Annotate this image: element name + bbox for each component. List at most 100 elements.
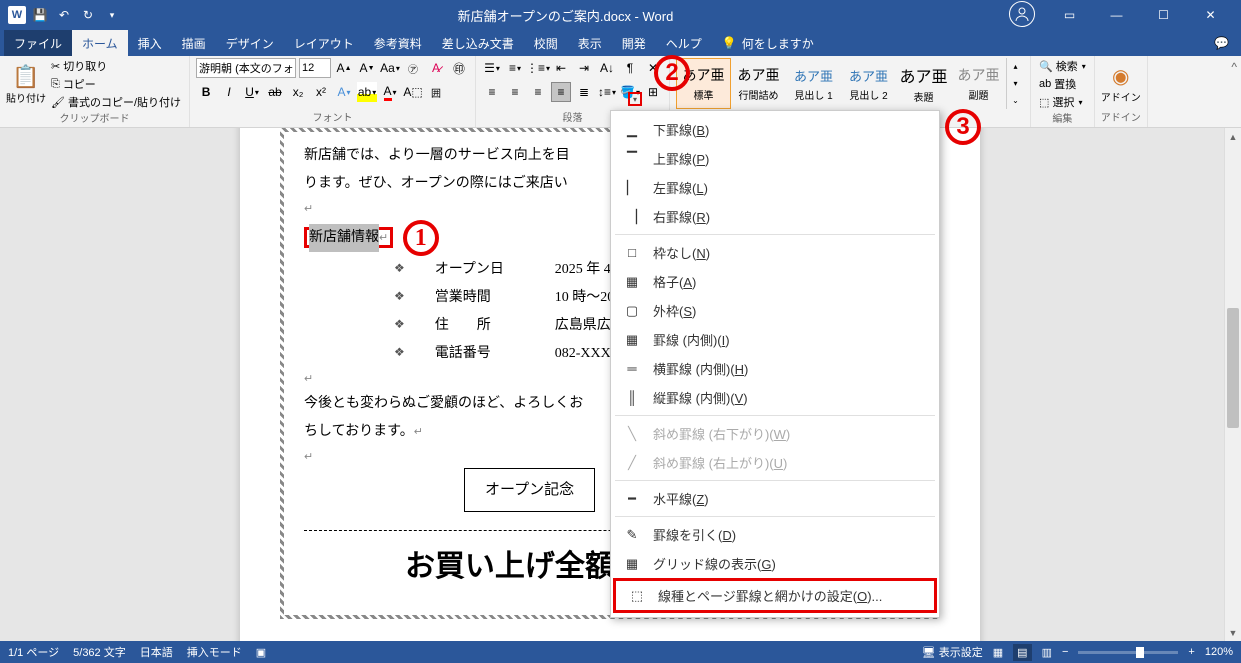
tab-insert[interactable]: 挿入 [128,30,172,56]
decrease-font-icon[interactable]: A▼ [357,58,377,78]
tab-help[interactable]: ヘルプ [656,30,712,56]
border-menu-item[interactable]: ▦格子(A) [611,267,939,296]
text-effects-icon[interactable]: A▾ [334,82,354,102]
numbering-icon[interactable]: ≡▾ [505,58,525,78]
increase-font-icon[interactable]: A▲ [334,58,354,78]
align-left-icon[interactable]: ≡ [482,82,502,102]
show-marks-icon[interactable]: ¶ [620,58,640,78]
style-title[interactable]: あア亜表題 [896,58,951,109]
copy-button[interactable]: ⎘コピー [49,76,183,92]
close-button[interactable]: ✕ [1188,1,1233,29]
border-menu-item[interactable]: ▢外枠(S) [611,296,939,325]
sort-icon[interactable]: A↓ [597,58,617,78]
distribute-icon[interactable]: ≣ [574,82,594,102]
undo-icon[interactable]: ↶ [54,5,74,25]
tab-developer[interactable]: 開発 [612,30,656,56]
account-icon[interactable] [1009,1,1035,27]
border-menu-item[interactable]: ━水平線(Z) [611,484,939,513]
border-menu-item[interactable]: ▕右罫線(R) [611,202,939,231]
replace-button[interactable]: ab置換 [1037,76,1088,92]
highlight-icon[interactable]: ab▾ [357,82,377,102]
bold-button[interactable]: B [196,82,216,102]
border-menu-item[interactable]: ▏左罫線(L) [611,173,939,202]
border-menu-item[interactable]: ▦グリッド線の表示(G) [611,549,939,578]
scroll-thumb[interactable] [1227,308,1239,428]
tab-review[interactable]: 校閲 [524,30,568,56]
style-no-spacing[interactable]: あア亜行間詰め [731,58,786,109]
style-heading1[interactable]: あア亜見出し 1 [786,58,841,109]
decrease-indent-icon[interactable]: ⇤ [551,58,571,78]
chevron-down-icon[interactable]: ▾ [1007,75,1024,92]
subscript-button[interactable]: x₂ [288,82,308,102]
tab-view[interactable]: 表示 [568,30,612,56]
share-icon[interactable]: 💬 [1202,30,1241,56]
zoom-slider[interactable] [1078,651,1178,654]
minimize-button[interactable]: — [1094,1,1139,29]
zoom-in-icon[interactable]: + [1188,646,1194,658]
border-menu-item[interactable]: ✎罫線を引く(D) [611,520,939,549]
border-menu-item[interactable]: ═横罫線 (内側)(H) [611,354,939,383]
addins-button[interactable]: ◉ アドイン [1101,58,1141,109]
format-painter-button[interactable]: 🖌書式のコピー/貼り付け [49,94,183,110]
phonetic-guide-icon[interactable]: ㋐ [403,58,423,78]
increase-indent-icon[interactable]: ⇥ [574,58,594,78]
redo-icon[interactable]: ↻ [78,5,98,25]
change-case-icon[interactable]: Aa▾ [380,58,400,78]
tab-mailings[interactable]: 差し込み文書 [432,30,524,56]
ribbon-display-options-icon[interactable]: ▭ [1047,1,1092,29]
tab-draw[interactable]: 描画 [172,30,216,56]
style-heading2[interactable]: あア亜見出し 2 [841,58,896,109]
vertical-scrollbar[interactable]: ▲ ▼ [1224,128,1241,641]
chevron-up-icon[interactable]: ▴ [1007,58,1024,75]
multilevel-list-icon[interactable]: ⋮≡▾ [528,58,548,78]
macro-record-icon[interactable]: ▣ [256,646,266,659]
italic-button[interactable]: I [219,82,239,102]
clear-formatting-icon[interactable]: A̷ [426,58,446,78]
tab-references[interactable]: 参考資料 [364,30,432,56]
selected-heading-text[interactable]: 新店舗情報 [309,224,379,252]
style-gallery-more[interactable]: ▴ ▾ ⌄ [1006,58,1024,109]
save-icon[interactable]: 💾 [30,5,50,25]
align-justify-icon[interactable]: ≡ [551,82,571,102]
tab-home[interactable]: ホーム [72,30,128,56]
print-layout-icon[interactable]: ▤ [1013,644,1031,661]
bullets-icon[interactable]: ☰▾ [482,58,502,78]
border-menu-item[interactable]: ║縦罫線 (内側)(V) [611,383,939,412]
insert-mode[interactable]: 挿入モード [187,644,242,660]
web-layout-icon[interactable]: ▥ [1042,646,1052,659]
underline-button[interactable]: U▾ [242,82,262,102]
display-settings-button[interactable]: 🖥 表示設定 [922,644,983,660]
border-menu-item[interactable]: ⬚線種とページ罫線と網かけの設定(O)... [613,578,937,613]
maximize-button[interactable]: ☐ [1141,1,1186,29]
line-spacing-icon[interactable]: ↕≡▾ [597,82,617,102]
collapse-ribbon-icon[interactable]: ^ [1227,56,1241,127]
align-center-icon[interactable]: ≡ [505,82,525,102]
style-subtitle[interactable]: あア亜副題 [951,58,1006,109]
qat-dropdown-icon[interactable]: ▾ [102,5,122,25]
border-menu-item[interactable]: ▔上罫線(P) [611,144,939,173]
char-shading-icon[interactable]: A⬚ [403,82,423,102]
tab-file[interactable]: ファイル [4,30,72,56]
zoom-out-icon[interactable]: − [1062,646,1068,658]
page-indicator[interactable]: 1/1 ページ [8,644,59,660]
scroll-up-icon[interactable]: ▲ [1225,128,1241,145]
tab-design[interactable]: デザイン [216,30,284,56]
read-mode-icon[interactable]: ▦ [993,646,1003,659]
cut-button[interactable]: ✂切り取り [49,58,183,74]
word-count[interactable]: 5/362 文字 [73,644,126,660]
char-border-icon[interactable]: 囲 [426,82,446,102]
border-menu-item[interactable]: ▁下罫線(B) [611,115,939,144]
tell-me-search[interactable]: 💡 何をしますか [722,30,814,56]
find-button[interactable]: 🔍検索▾ [1037,58,1088,74]
scroll-down-icon[interactable]: ▼ [1225,624,1241,641]
tab-layout[interactable]: レイアウト [284,30,364,56]
enclose-char-icon[interactable]: ㊞ [449,58,469,78]
more-styles-icon[interactable]: ⌄ [1007,92,1024,109]
border-menu-item[interactable]: □枠なし(N) [611,238,939,267]
select-button[interactable]: ⬚選択▾ [1037,94,1088,110]
font-size-select[interactable] [299,58,331,78]
borders-dropdown-trigger[interactable]: ▾ [628,92,642,106]
align-right-icon[interactable]: ≡ [528,82,548,102]
font-name-select[interactable] [196,58,296,78]
border-menu-item[interactable]: ▦罫線 (内側)(I) [611,325,939,354]
